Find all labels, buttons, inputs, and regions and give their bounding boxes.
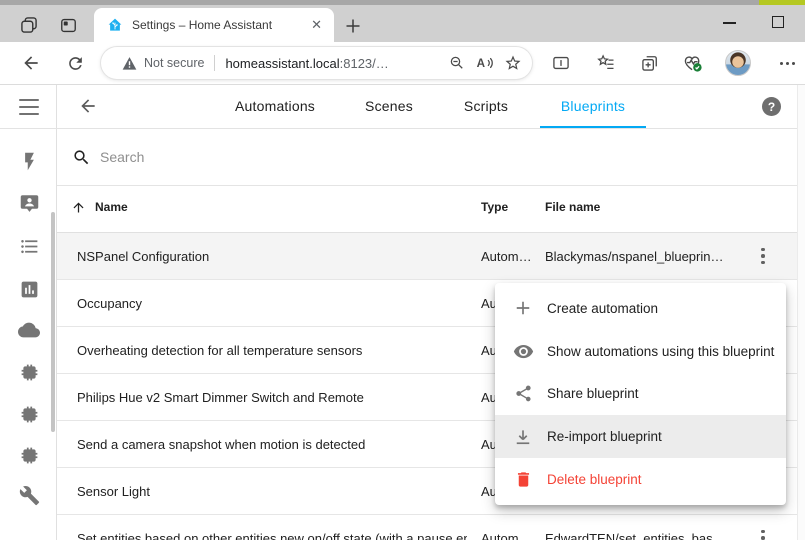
voice-assistant-icon[interactable]	[18, 192, 40, 214]
plus-icon	[511, 296, 535, 320]
tab-close-icon[interactable]: ✕	[309, 17, 324, 33]
minimize-button[interactable]	[723, 22, 736, 24]
row-name: NSPanel Configuration	[77, 233, 209, 279]
vertical-tabs-icon[interactable]	[58, 15, 78, 35]
chip-icon[interactable]	[18, 444, 40, 466]
row-overflow-menu-icon[interactable]	[757, 245, 769, 267]
page-back-icon[interactable]	[78, 96, 98, 116]
tab-blueprints[interactable]: Blueprints	[561, 98, 625, 116]
column-header-file[interactable]: File name	[545, 200, 600, 214]
menu-item-label: Share blueprint	[547, 386, 639, 401]
read-aloud-icon[interactable]: A	[474, 52, 496, 74]
page-scrollbar[interactable]	[797, 85, 805, 540]
collections-icon[interactable]	[639, 52, 661, 74]
home-assistant-favicon	[107, 17, 123, 33]
menu-item-label: Show automations using this blueprint	[547, 344, 774, 359]
eye-icon	[511, 339, 535, 363]
menu-item-label: Create automation	[547, 301, 658, 316]
menu-item-reimport-blueprint[interactable]: Re-import blueprint	[495, 415, 786, 458]
menu-icon[interactable]	[19, 99, 39, 115]
tab-automations[interactable]: Automations	[235, 98, 315, 116]
address-divider	[214, 55, 215, 71]
row-context-menu: Create automation Show automations using…	[495, 283, 786, 505]
favorites-hub-icon[interactable]	[595, 52, 617, 74]
row-name: Philips Hue v2 Smart Dimmer Switch and R…	[77, 374, 364, 420]
not-secure-label[interactable]: Not secure	[144, 56, 204, 70]
tab-scripts[interactable]: Scripts	[464, 98, 508, 116]
search-divider	[57, 185, 797, 186]
cloud-icon[interactable]	[18, 319, 40, 341]
search-icon	[72, 148, 91, 167]
workspaces-icon[interactable]	[18, 14, 40, 36]
new-tab-button[interactable]	[342, 15, 364, 37]
url-host: homeassistant.local	[225, 56, 339, 71]
back-icon[interactable]	[20, 52, 42, 74]
column-header-name[interactable]: Name	[95, 200, 128, 214]
menu-item-show-automations[interactable]: Show automations using this blueprint	[495, 330, 786, 373]
refresh-icon[interactable]	[64, 52, 86, 74]
maximize-button[interactable]	[772, 16, 784, 28]
row-file: Blackymas/nspanel_blueprin…	[545, 233, 723, 279]
url-path: :8123/…	[340, 56, 389, 71]
energy-icon[interactable]	[18, 150, 40, 172]
row-name: Sensor Light	[77, 468, 150, 514]
not-secure-warning-icon	[121, 55, 137, 71]
sidebar-scrollbar[interactable]	[51, 212, 55, 432]
row-file: EdwardTEN/set_entities_bas…	[545, 515, 726, 540]
column-header-type[interactable]: Type	[481, 200, 508, 214]
menu-item-label: Delete blueprint	[547, 472, 642, 487]
row-name: Overheating detection for all temperatur…	[77, 327, 362, 373]
table-row[interactable]: NSPanel Configuration Autom… Blackymas/n…	[57, 233, 797, 280]
sort-ascending-icon[interactable]	[70, 199, 86, 215]
more-icon[interactable]	[776, 52, 798, 74]
header-divider	[0, 128, 797, 129]
search-input[interactable]	[100, 144, 660, 170]
download-icon	[511, 425, 535, 449]
row-type: Autom…	[481, 233, 532, 279]
row-overflow-menu-icon[interactable]	[757, 527, 769, 540]
menu-item-delete-blueprint[interactable]: Delete blueprint	[495, 458, 786, 501]
app-window: Settings – Home Assistant ✕ Not secure h…	[0, 0, 805, 540]
share-icon	[511, 382, 535, 406]
menu-item-label: Re-import blueprint	[547, 429, 662, 444]
menu-item-share-blueprint[interactable]: Share blueprint	[495, 373, 786, 416]
list-icon[interactable]	[18, 235, 40, 257]
url-text[interactable]: homeassistant.local:8123/…	[225, 56, 440, 71]
browser-essentials-icon[interactable]	[681, 51, 705, 75]
tab-scenes[interactable]: Scenes	[365, 98, 413, 116]
favorite-star-icon[interactable]	[502, 52, 524, 74]
chip-icon[interactable]	[18, 361, 40, 383]
split-screen-icon[interactable]	[550, 52, 572, 74]
browser-tab[interactable]: Settings – Home Assistant ✕	[94, 8, 334, 42]
address-bar[interactable]: Not secure homeassistant.local:8123/… A	[101, 47, 532, 79]
menu-item-create-automation[interactable]: Create automation	[495, 287, 786, 330]
row-name: Send a camera snapshot when motion is de…	[77, 421, 365, 467]
profile-avatar[interactable]	[725, 50, 751, 76]
tab-title: Settings – Home Assistant	[132, 18, 309, 32]
chip-icon[interactable]	[18, 403, 40, 425]
history-icon[interactable]	[18, 278, 40, 300]
row-name: Set entities based on other entities new…	[77, 515, 467, 540]
help-icon[interactable]: ?	[762, 97, 781, 116]
table-row[interactable]: Set entities based on other entities new…	[57, 515, 797, 540]
trash-icon	[511, 468, 535, 492]
zoom-out-icon[interactable]	[446, 52, 468, 74]
row-name: Occupancy	[77, 280, 142, 326]
row-type: Autom…	[481, 515, 532, 540]
svg-text:A: A	[477, 57, 486, 70]
wrench-icon[interactable]	[18, 484, 40, 506]
